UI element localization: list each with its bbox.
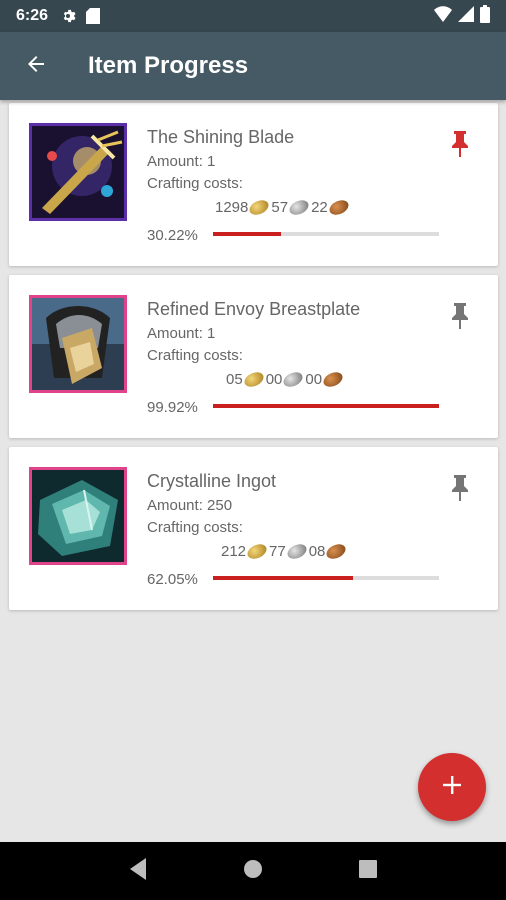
crafting-costs: 05 00 00 [226, 369, 345, 390]
nav-home-icon [243, 859, 263, 884]
sd-card-icon [86, 8, 101, 24]
nav-back-button[interactable] [114, 847, 162, 895]
crafting-costs-label: Crafting costs: [147, 347, 243, 364]
progress-bar [213, 404, 439, 408]
silver-coin-icon [281, 369, 306, 390]
progress-fill [213, 404, 439, 408]
gold-cost: 05 [226, 371, 243, 388]
status-time: 6:26 [16, 7, 49, 24]
gold-cost: 212 [221, 543, 247, 560]
plus-icon [441, 774, 463, 801]
crafting-costs: 212 77 08 [221, 541, 349, 562]
nav-recents-button[interactable] [344, 847, 392, 895]
progress-bar [213, 576, 439, 580]
copper-cost: 00 [305, 371, 323, 388]
item-amount: Amount: 250 [147, 497, 233, 514]
copper-cost: 08 [308, 543, 326, 560]
copper-coin-icon [321, 369, 345, 390]
item-card[interactable]: Refined Envoy Breastplate Amount: 1 Craf… [9, 275, 498, 438]
arrow-back-icon [24, 52, 48, 81]
gold-coin-icon [245, 541, 269, 562]
silver-coin-icon [287, 197, 311, 218]
progress-percent: 62.05% [147, 571, 198, 588]
item-amount: Amount: 1 [147, 325, 216, 342]
copper-coin-icon [326, 197, 351, 218]
item-info: Crystalline Ingot Amount: 250 Crafting c… [147, 471, 438, 539]
item-info: The Shining Blade Amount: 1 Crafting cos… [147, 127, 438, 195]
pin-button[interactable] [450, 475, 470, 506]
progress-fill [213, 232, 282, 236]
nav-back-icon [128, 857, 148, 885]
silver-cost: 00 [265, 371, 283, 388]
item-name: The Shining Blade [147, 127, 295, 147]
crafting-costs: 1298 57 22 [215, 197, 351, 218]
pin-button[interactable] [450, 131, 470, 162]
item-name: Refined Envoy Breastplate [147, 299, 361, 319]
item-thumbnail [29, 123, 127, 221]
silver-cost: 57 [271, 199, 289, 216]
progress-bar [213, 232, 439, 236]
gear-icon [60, 8, 76, 24]
item-info: Refined Envoy Breastplate Amount: 1 Craf… [147, 299, 438, 367]
signal-icon [458, 5, 474, 27]
wifi-icon [434, 5, 452, 27]
silver-cost: 77 [269, 543, 286, 560]
silver-coin-icon [284, 541, 309, 562]
gold-coin-icon [241, 369, 266, 390]
crafting-costs-label: Crafting costs: [147, 175, 243, 192]
gold-cost: 1298 [215, 199, 249, 216]
item-thumbnail [29, 295, 127, 393]
progress-percent: 99.92% [147, 399, 198, 416]
item-name: Crystalline Ingot [147, 471, 277, 491]
page-title: Item Progress [88, 52, 249, 79]
system-nav-bar [0, 842, 506, 900]
gold-coin-icon [247, 197, 272, 218]
item-amount: Amount: 1 [147, 153, 216, 170]
item-thumbnail [29, 467, 127, 565]
nav-home-button[interactable] [229, 847, 277, 895]
nav-recents-icon [359, 859, 378, 883]
status-bar: 6:26 [0, 0, 506, 32]
item-card[interactable]: Crystalline Ingot Amount: 250 Crafting c… [9, 447, 498, 610]
progress-fill [213, 576, 354, 580]
copper-cost: 22 [311, 199, 328, 216]
copper-coin-icon [324, 541, 349, 562]
back-button[interactable] [4, 32, 68, 100]
pin-icon [450, 475, 470, 505]
crafting-costs-label: Crafting costs: [147, 519, 243, 536]
app-bar: Item Progress [0, 32, 506, 100]
add-item-button[interactable] [418, 753, 486, 821]
item-list: The Shining Blade Amount: 1 Crafting cos… [9, 103, 498, 619]
progress-percent: 30.22% [147, 227, 198, 244]
item-card[interactable]: The Shining Blade Amount: 1 Crafting cos… [9, 103, 498, 266]
pin-button[interactable] [450, 303, 470, 334]
battery-icon [480, 4, 490, 28]
pin-icon [450, 131, 470, 161]
pin-icon [450, 303, 470, 333]
